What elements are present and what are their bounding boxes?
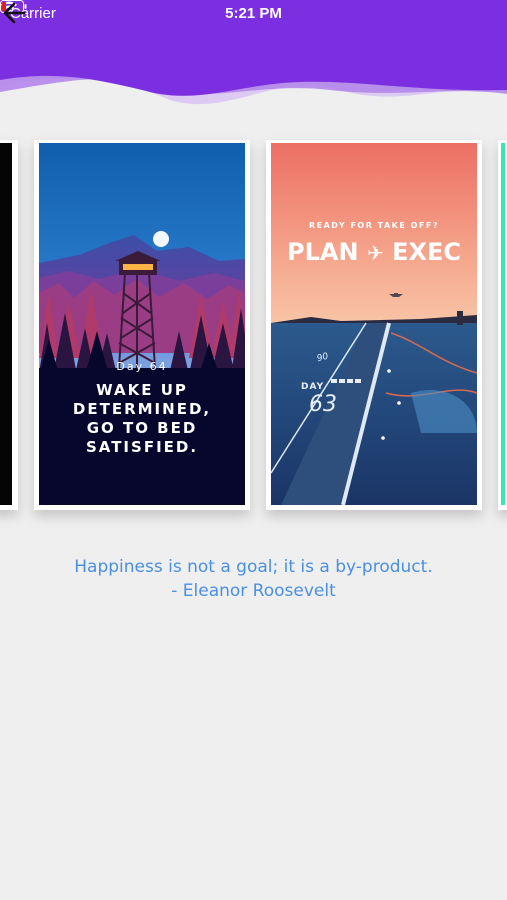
carousel-card-previous[interactable] — [0, 140, 18, 510]
status-bar: Carrier 5:21 PM — [0, 0, 507, 28]
card-title-left: PLAN — [287, 238, 359, 266]
quote-block: Happiness is not a goal; it is a by-prod… — [0, 555, 507, 603]
card-title: PLAN ✈ EXEC — [271, 238, 477, 266]
card-poster: Day 64 WAKE UP DETERMINED, GO TO BED SAT… — [39, 143, 245, 505]
wallpaper-card[interactable]: Day 64 WAKE UP DETERMINED, GO TO BED SAT… — [34, 140, 250, 510]
card-day-label: Day 64 — [116, 360, 168, 373]
arrow-left-icon — [3, 2, 26, 24]
card-text-line: DETERMINED, — [72, 400, 212, 418]
airplane-icon: ✈ — [366, 241, 384, 265]
card-day-number: 63 — [309, 392, 337, 417]
card-text-line: GO TO BED — [86, 419, 198, 437]
card-tagline: READY FOR TAKE OFF? — [308, 221, 439, 230]
card-poster — [501, 143, 505, 505]
wallpaper-carousel[interactable]: Day 64 WAKE UP DETERMINED, GO TO BED SAT… — [0, 140, 507, 515]
card-title-right: EXEC — [392, 238, 461, 266]
carousel-card-next[interactable] — [498, 140, 507, 510]
quote-text: Happiness is not a goal; it is a by-prod… — [74, 557, 433, 577]
app-header: Carrier 5:21 PM — [0, 0, 507, 120]
card-text-line: WAKE UP — [96, 381, 188, 399]
card-poster: READY FOR TAKE OFF? PLAN ✈ EXEC 90 DAY 6… — [271, 143, 477, 505]
back-button[interactable] — [0, 0, 32, 26]
card-motivation-text: WAKE UP DETERMINED, GO TO BED SATISFIED. — [39, 381, 245, 457]
wallpaper-card[interactable]: READY FOR TAKE OFF? PLAN ✈ EXEC 90 DAY 6… — [266, 140, 482, 510]
clock: 5:21 PM — [225, 5, 282, 22]
card-poster — [0, 143, 12, 505]
card-text-line: SATISFIED. — [85, 438, 199, 456]
runway-illustration — [271, 143, 477, 505]
quote-author: - Eleanor Roosevelt — [171, 581, 336, 601]
card-day-label: DAY — [301, 382, 325, 392]
